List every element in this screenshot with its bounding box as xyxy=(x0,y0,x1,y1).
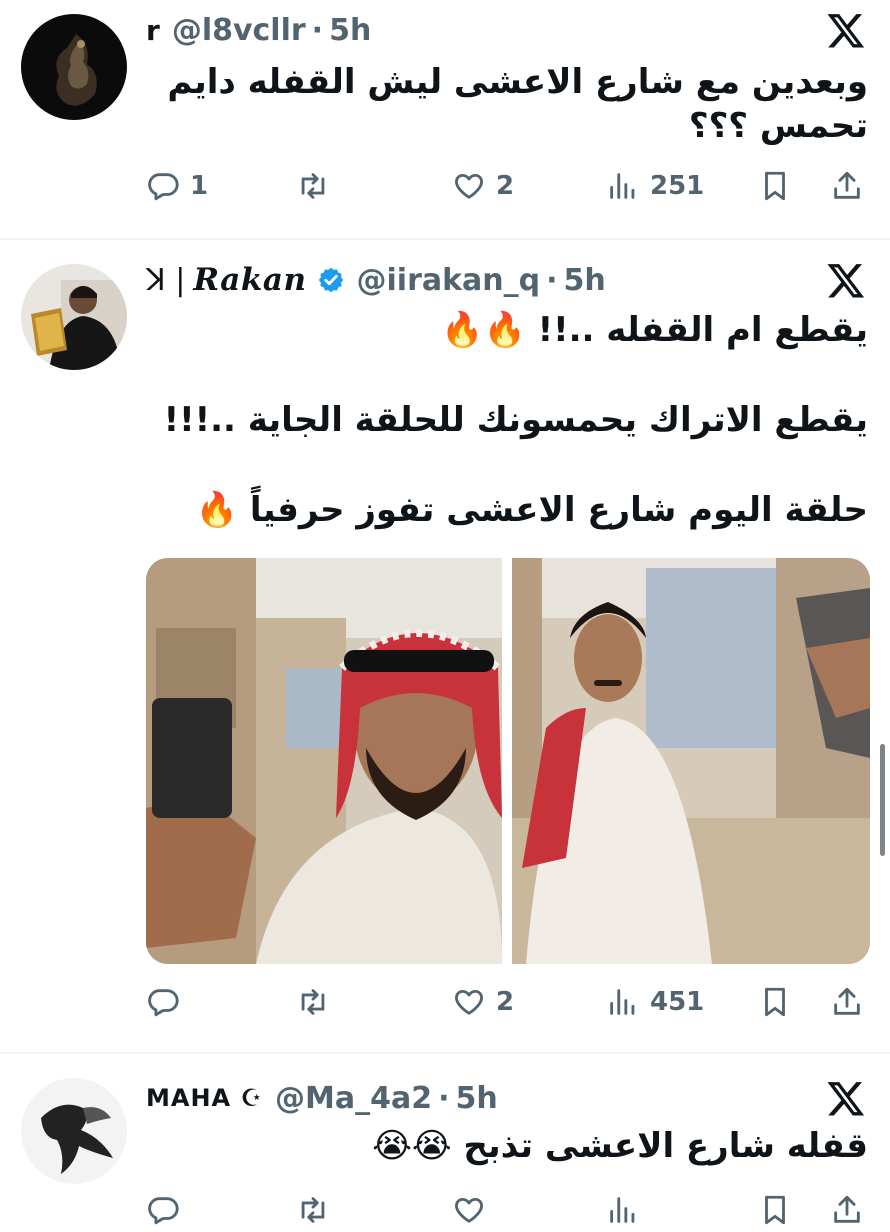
tweet-header: r @l8vcllr · 5h xyxy=(146,10,371,50)
action-bar xyxy=(146,1188,866,1232)
display-name[interactable]: Rakan xyxy=(193,262,306,298)
tweet-header: MAHA ☪︎ @Ma_4a2 · 5h xyxy=(146,1078,498,1118)
reply-button[interactable]: 1 xyxy=(146,164,208,208)
x-logo-icon[interactable] xyxy=(826,10,866,50)
bookmark-icon xyxy=(765,171,785,201)
tweet-text-line: حلقة اليوم شارع الاعشى تفوز حرفياً 🔥 xyxy=(195,490,868,530)
share-icon xyxy=(834,171,860,199)
share-button[interactable] xyxy=(830,1188,864,1232)
separator-dot: · xyxy=(546,262,558,298)
reply-button[interactable] xyxy=(146,980,190,1024)
views-icon xyxy=(610,989,635,1015)
action-bar: 2 451 xyxy=(146,980,866,1024)
views-count: 251 xyxy=(650,171,705,201)
retweet-button[interactable] xyxy=(296,1188,330,1232)
share-icon xyxy=(834,1195,860,1223)
bookmark-icon xyxy=(765,1195,785,1225)
timestamp[interactable]: 5h xyxy=(456,1081,498,1116)
views-button[interactable]: 251 xyxy=(606,164,704,208)
user-handle[interactable]: @Ma_4a2 xyxy=(275,1081,432,1116)
x-logo-icon[interactable] xyxy=(826,260,866,300)
reply-icon xyxy=(148,1197,179,1225)
retweet-icon xyxy=(301,1197,325,1223)
separator-dot: · xyxy=(311,12,324,48)
reply-button[interactable] xyxy=(146,1188,180,1232)
tweet-3[interactable]: MAHA ☪︎ @Ma_4a2 · 5h قفله شارع الاعشى تذ… xyxy=(0,1054,890,1225)
views-button[interactable]: 451 xyxy=(606,980,704,1024)
avatar[interactable] xyxy=(21,264,127,370)
display-name[interactable]: MAHA ☪︎ xyxy=(146,1084,263,1112)
reply-icon xyxy=(148,173,179,201)
like-button[interactable]: 2 xyxy=(452,164,514,208)
action-bar: 1 2 251 xyxy=(146,164,866,208)
like-count: 2 xyxy=(496,171,515,201)
tweet-header: ꓘ | Rakan @iirakan_q · 5h xyxy=(146,260,606,300)
tweet-2[interactable]: ꓘ | Rakan @iirakan_q · 5h يقطع ام القفله… xyxy=(0,240,890,1052)
bookmark-button[interactable] xyxy=(758,1188,792,1232)
user-handle[interactable]: @l8vcllr xyxy=(172,13,306,48)
heart-icon xyxy=(455,989,483,1015)
retweet-button[interactable] xyxy=(296,980,340,1024)
bookmark-button[interactable] xyxy=(758,164,792,208)
retweet-icon xyxy=(301,173,325,199)
like-button[interactable] xyxy=(452,1188,486,1232)
tweet-text-line: قفله شارع الاعشى تذبح 😭😭 xyxy=(372,1126,868,1166)
timestamp[interactable]: 5h xyxy=(329,13,371,48)
tweet-1[interactable]: r @l8vcllr · 5h وبعدين مع شارع الاعشى لي… xyxy=(0,0,890,238)
share-button[interactable] xyxy=(830,164,864,208)
heart-icon xyxy=(455,173,483,199)
tweet-media-image[interactable] xyxy=(146,558,870,964)
share-button[interactable] xyxy=(830,980,864,1024)
display-name[interactable]: r xyxy=(146,14,160,47)
tweet-text-line: تحمس ؟؟؟ xyxy=(688,106,868,146)
retweet-icon xyxy=(301,989,325,1015)
scrollbar[interactable] xyxy=(880,744,885,856)
avatar[interactable] xyxy=(21,1078,127,1184)
tweet-text-line: يقطع ام القفله ..!! 🔥🔥 xyxy=(441,310,868,350)
bookmark-icon xyxy=(765,987,785,1017)
views-icon xyxy=(610,1197,635,1223)
avatar[interactable] xyxy=(21,14,127,120)
timestamp[interactable]: 5h xyxy=(564,263,606,298)
views-count: 451 xyxy=(650,987,705,1017)
user-handle[interactable]: @iirakan_q xyxy=(357,263,541,298)
tweet-text: يقطع ام القفله ..!! 🔥🔥 يقطع الاتراك يحمس… xyxy=(148,308,868,532)
like-count: 2 xyxy=(496,987,515,1017)
share-icon xyxy=(834,987,860,1015)
verified-badge-icon xyxy=(318,267,343,293)
views-icon xyxy=(610,173,635,199)
separator-dot: · xyxy=(438,1080,450,1116)
heart-icon xyxy=(455,1197,483,1223)
x-logo-icon[interactable] xyxy=(826,1078,866,1118)
tweet-text-line: يقطع الاتراك يحمسونك للحلقة الجاية ..!!! xyxy=(163,400,868,440)
bookmark-button[interactable] xyxy=(758,980,792,1024)
name-prefix: ꓘ | xyxy=(146,262,186,298)
reply-icon xyxy=(148,989,179,1017)
tweet-text: وبعدين مع شارع الاعشى ليش القفله دايم تح… xyxy=(148,60,868,148)
tweet-text: قفله شارع الاعشى تذبح 😭😭 xyxy=(148,1124,868,1168)
views-button[interactable] xyxy=(606,1188,640,1232)
retweet-button[interactable] xyxy=(296,164,340,208)
like-button[interactable]: 2 xyxy=(452,980,514,1024)
reply-count: 1 xyxy=(190,171,209,201)
tweet-text-line: وبعدين مع شارع الاعشى ليش القفله دايم xyxy=(167,62,868,102)
